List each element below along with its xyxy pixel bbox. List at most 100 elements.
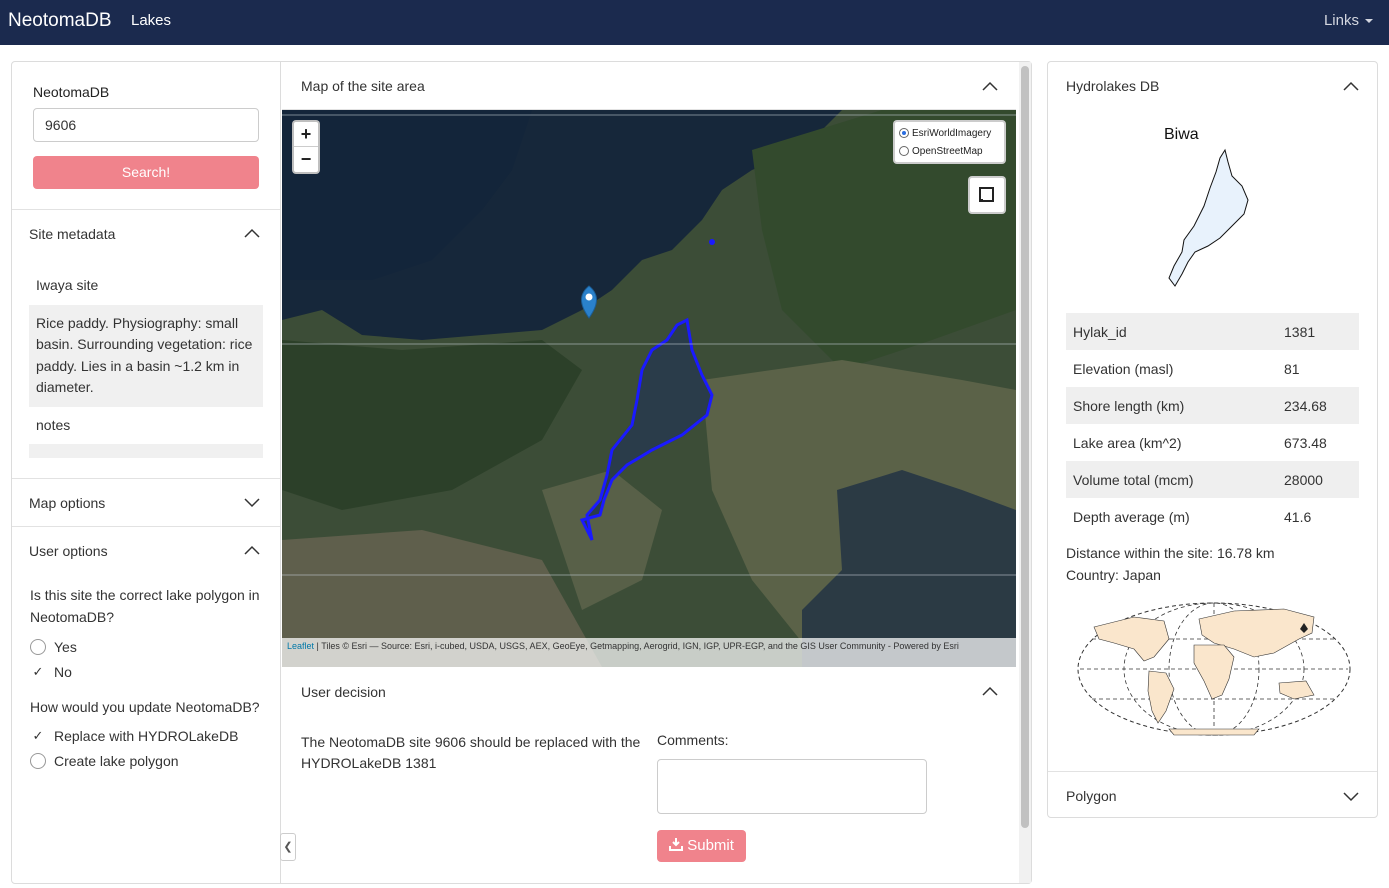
links-label: Links: [1323, 12, 1359, 29]
map-title: Map of the site area: [301, 78, 425, 94]
comments-textarea[interactable]: [657, 759, 927, 814]
square-icon: [979, 187, 994, 202]
option-yes[interactable]: Yes: [30, 634, 262, 659]
search-label: NeotomaDB: [33, 84, 110, 100]
layer-esri-label: EsriWorldImagery: [912, 127, 992, 139]
map-options-header[interactable]: Map options: [12, 479, 280, 526]
nav-tab-lakes[interactable]: Lakes: [131, 12, 171, 29]
option-yes-label: Yes: [54, 638, 77, 655]
row-label: Lake area (km^2): [1073, 434, 1182, 451]
table-row: Depth average (m) 41.6: [1066, 498, 1359, 535]
layer-option-esri[interactable]: EsriWorldImagery: [899, 124, 1000, 142]
layer-option-osm[interactable]: OpenStreetMap: [899, 142, 1000, 160]
option-replace[interactable]: ✓ Replace with HYDROLakeDB: [30, 723, 262, 748]
attribution-text: | Tiles © Esri — Source: Esri, i-cubed, …: [314, 641, 959, 651]
user-decision-header[interactable]: User decision: [282, 667, 1016, 715]
chevron-up-icon: [1343, 81, 1359, 91]
submit-label: Submit: [687, 837, 734, 854]
search-section: NeotomaDB Search!: [12, 62, 280, 210]
site-info: Distance within the site: 16.78 km Count…: [1066, 542, 1275, 586]
user-options-section: User options Is this site the correct la…: [12, 527, 280, 773]
option-no[interactable]: ✓ No: [30, 659, 262, 684]
site-metadata-header[interactable]: Site metadata: [12, 210, 280, 257]
chevron-up-icon: [982, 81, 998, 91]
row-label: Hylak_id: [1066, 313, 1275, 350]
site-id-input[interactable]: [33, 108, 259, 142]
user-options-title: User options: [29, 542, 108, 559]
map-card-header[interactable]: Map of the site area: [282, 62, 1016, 110]
sidebar: NeotomaDB Search! Site metadata Iwaya si…: [12, 62, 281, 883]
checkmark-icon[interactable]: ✓: [30, 664, 46, 680]
user-decision-title: User decision: [301, 684, 386, 700]
option-create-polygon[interactable]: Create lake polygon: [30, 748, 262, 773]
satellite-imagery: [282, 110, 1016, 667]
main-area: Map of the site area + − EsriWorldImager…: [282, 62, 1031, 883]
site-metadata-title: Site metadata: [29, 225, 116, 242]
links-dropdown[interactable]: Links: [1324, 12, 1373, 29]
row-value: 41.6: [1284, 508, 1312, 525]
user-options-header[interactable]: User options: [12, 527, 280, 574]
zoom-out-button[interactable]: −: [294, 147, 318, 172]
brand-title[interactable]: NeotomaDB: [8, 10, 112, 32]
scroll-thumb[interactable]: [1021, 66, 1029, 828]
caret-down-icon: [1365, 19, 1373, 24]
layer-control: EsriWorldImagery OpenStreetMap: [893, 120, 1006, 164]
polygon-header[interactable]: Polygon: [1048, 771, 1377, 818]
hydrolakes-card: Hydrolakes DB Biwa Hylak_id 1381 Elevatio…: [1047, 61, 1378, 818]
row-value: 28000: [1275, 461, 1359, 498]
chevron-up-icon: [982, 686, 998, 696]
site-notes: notes: [36, 416, 71, 433]
chevron-up-icon: [244, 228, 260, 238]
hydrolakes-table: Hylak_id 1381 Elevation (masl) 81 Shore le…: [1066, 313, 1359, 535]
country-text: Country: Japan: [1066, 567, 1161, 583]
chevron-down-icon: [1343, 792, 1359, 802]
table-row: Elevation (masl) 81: [1066, 350, 1359, 387]
map-options-title: Map options: [29, 494, 106, 511]
chevron-down-icon: [244, 498, 260, 508]
update-question: How would you update NeotomaDB?: [30, 699, 260, 715]
leaflet-link[interactable]: Leaflet: [287, 641, 314, 651]
table-row: Hylak_id 1381: [1066, 313, 1359, 350]
map-view[interactable]: + − EsriWorldImagery OpenStreetMap Leafl…: [282, 110, 1016, 667]
layer-osm-label: OpenStreetMap: [912, 145, 983, 157]
submit-button[interactable]: Submit: [657, 830, 746, 862]
table-row: Volume total (mcm) 28000: [1066, 461, 1359, 498]
zoom-in-button[interactable]: +: [294, 122, 318, 147]
radio-unchecked[interactable]: [30, 638, 46, 655]
comments-label: Comments:: [657, 732, 729, 748]
user-options-body: Is this site the correct lake polygon in…: [12, 574, 280, 773]
map-options-section: Map options: [12, 479, 280, 527]
site-notes-value: [29, 444, 263, 458]
lake-name: Biwa: [1164, 126, 1199, 143]
search-button[interactable]: Search!: [33, 156, 259, 189]
lake-outline-plot: [1168, 148, 1249, 287]
option-create-label: Create lake polygon: [54, 752, 179, 769]
row-value: 81: [1284, 360, 1300, 377]
map-attribution: Leaflet | Tiles © Esri — Source: Esri, i…: [282, 638, 1016, 667]
row-value: 673.48: [1284, 434, 1327, 451]
distance-text: Distance within the site: 16.78 km: [1066, 545, 1275, 561]
radio-unchecked[interactable]: [899, 146, 909, 156]
site-name: Iwaya site: [36, 277, 99, 293]
option-replace-label: Replace with HYDROLakeDB: [54, 727, 239, 744]
row-label: Volume total (mcm): [1066, 461, 1275, 498]
main-card: NeotomaDB Search! Site metadata Iwaya si…: [11, 61, 1032, 884]
row-value: 1381: [1275, 313, 1359, 350]
hydrolakes-header[interactable]: Hydrolakes DB: [1048, 62, 1377, 109]
hydrolakes-title: Hydrolakes DB: [1066, 78, 1160, 94]
table-row: Shore length (km) 234.68: [1066, 387, 1359, 424]
row-value: 234.68: [1275, 387, 1359, 424]
option-no-label: No: [54, 663, 72, 680]
draw-rectangle-button[interactable]: [968, 176, 1006, 214]
correct-polygon-question: Is this site the correct lake polygon in…: [30, 587, 260, 625]
row-label: Elevation (masl): [1073, 360, 1174, 377]
radio-checked[interactable]: [899, 128, 909, 138]
main-scrollbar[interactable]: [1019, 62, 1031, 883]
radio-unchecked[interactable]: [30, 752, 46, 769]
table-row: Lake area (km^2) 673.48: [1066, 424, 1359, 461]
row-label: Shore length (km): [1066, 387, 1275, 424]
row-label: Depth average (m): [1073, 508, 1190, 525]
site-description: Rice paddy. Physiography: small basin. S…: [29, 304, 263, 407]
polygon-title: Polygon: [1066, 788, 1117, 804]
checkmark-icon[interactable]: ✓: [30, 728, 46, 744]
